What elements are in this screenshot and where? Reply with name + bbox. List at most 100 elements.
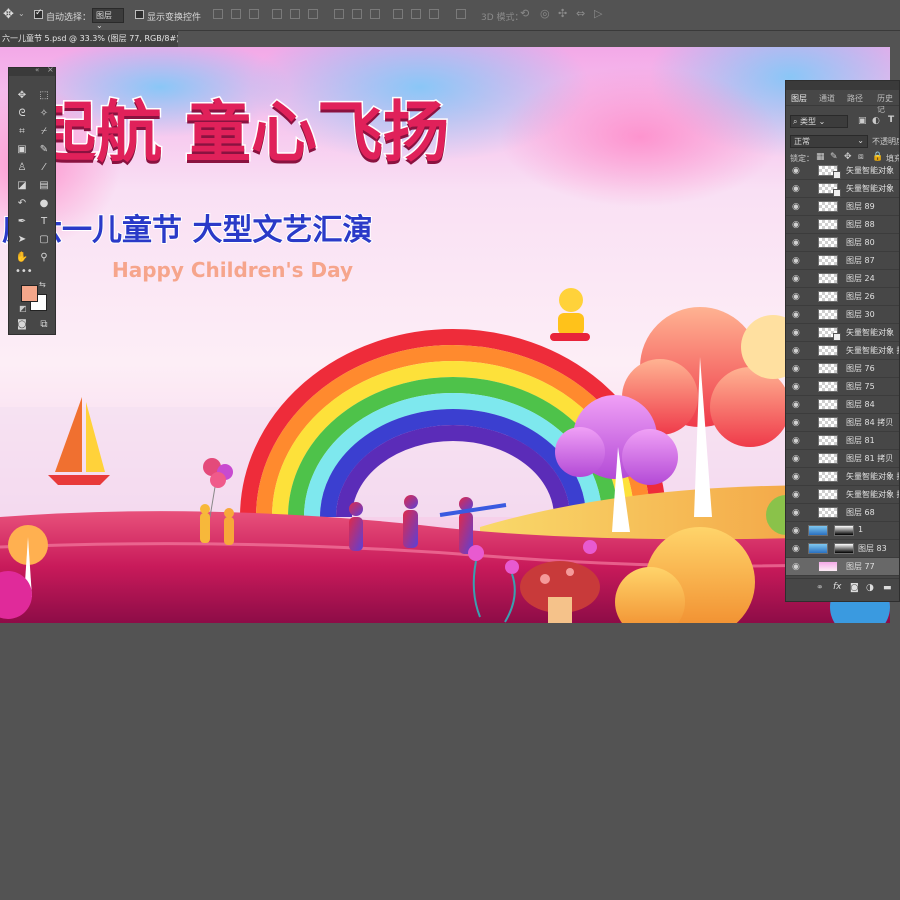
layer-filter-dropdown[interactable]: ⌕ 类型 ⌄: [790, 115, 848, 128]
distribute-top-icon[interactable]: [334, 9, 344, 19]
distribute-vcenter-icon[interactable]: [352, 9, 362, 19]
layer-row[interactable]: ◉ 图层 84 拷贝: [786, 414, 899, 432]
layer-row[interactable]: ◉ 图层 81 拷贝: [786, 450, 899, 468]
magic-wand-tool-icon[interactable]: ✧: [37, 108, 51, 120]
more-tools-icon[interactable]: •••: [15, 266, 33, 278]
3d-rotate-icon[interactable]: ⟲: [520, 7, 529, 20]
visibility-eye-icon[interactable]: ◉: [792, 472, 800, 482]
layer-row[interactable]: ◉ 图层 83: [786, 540, 899, 558]
visibility-eye-icon[interactable]: ◉: [792, 166, 800, 176]
crop-tool-icon[interactable]: ⌗: [15, 126, 29, 138]
tool-preset-chevron-icon[interactable]: ⌄: [18, 9, 25, 18]
lock-position-icon[interactable]: ✥: [844, 152, 852, 162]
frame-tool-icon[interactable]: ▣: [15, 144, 29, 156]
foreground-color-swatch-top[interactable]: [21, 285, 38, 302]
layer-row[interactable]: ◉ 矢量智能对象 拷贝: [786, 486, 899, 504]
visibility-eye-icon[interactable]: ◉: [792, 256, 800, 266]
align-bottom-icon[interactable]: [249, 9, 259, 19]
3d-slide-icon[interactable]: ⇔: [576, 7, 585, 20]
visibility-eye-icon[interactable]: ◉: [792, 454, 800, 464]
marquee-tool-icon[interactable]: ⬚: [37, 90, 51, 102]
align-right-icon[interactable]: [308, 9, 318, 19]
layer-row[interactable]: ◉ 图层 87: [786, 252, 899, 270]
show-transform-checkbox[interactable]: [135, 10, 144, 19]
filter-adjustment-icon[interactable]: ◐: [872, 116, 880, 126]
move-tool-icon[interactable]: ✥: [3, 7, 14, 22]
filter-pixel-icon[interactable]: ▣: [858, 116, 867, 126]
path-select-tool-icon[interactable]: ➤: [15, 234, 29, 246]
stamp-tool-icon[interactable]: ♙: [15, 162, 29, 174]
layer-row[interactable]: ◉ 图层 26: [786, 288, 899, 306]
visibility-eye-icon[interactable]: ◉: [792, 274, 800, 284]
visibility-eye-icon[interactable]: ◉: [792, 508, 800, 518]
3d-roll-icon[interactable]: ◎: [540, 7, 550, 20]
visibility-eye-icon[interactable]: ◉: [792, 418, 800, 428]
lasso-tool-icon[interactable]: ᘓ: [15, 108, 29, 120]
visibility-eye-icon[interactable]: ◉: [792, 364, 800, 374]
align-top-icon[interactable]: [213, 9, 223, 19]
auto-select-checkbox[interactable]: [34, 8, 43, 19]
layer-mask-thumbnail[interactable]: [834, 543, 854, 554]
pen-tool-icon[interactable]: ✒: [15, 216, 29, 228]
layer-row[interactable]: ◉ 图层 89: [786, 198, 899, 216]
default-colors-icon[interactable]: ◩: [19, 304, 27, 313]
type-tool-icon[interactable]: T: [37, 216, 51, 228]
align-left-icon[interactable]: [272, 9, 282, 19]
layer-row[interactable]: ◉ 图层 75: [786, 378, 899, 396]
visibility-eye-icon[interactable]: ◉: [792, 328, 800, 338]
layer-row[interactable]: ◉ 矢量智能对象 拷贝: [786, 468, 899, 486]
layer-row[interactable]: ◉ 图层 77: [786, 558, 899, 576]
distribute-right-icon[interactable]: [429, 9, 439, 19]
align-vcenter-icon[interactable]: [231, 9, 241, 19]
history-brush-tool-icon[interactable]: ↶: [15, 198, 29, 210]
adjustment-layer-icon[interactable]: ◑: [866, 583, 874, 593]
fx-icon[interactable]: fx: [833, 582, 842, 592]
quick-mask-icon[interactable]: ◙: [15, 319, 29, 331]
eyedropper-tool-icon[interactable]: ⌿: [37, 126, 51, 138]
visibility-eye-icon[interactable]: ◉: [792, 202, 800, 212]
document-canvas[interactable]: 起航 童心飞扬 度六一儿童节 大型文艺汇演 Happy Children's D…: [0, 47, 890, 623]
move-tool-icon[interactable]: ✥: [15, 90, 29, 102]
toolbox-header[interactable]: « ×: [9, 65, 55, 76]
visibility-eye-icon[interactable]: ◉: [792, 436, 800, 446]
auto-select-dropdown[interactable]: 图层 ⌄: [92, 8, 124, 30]
panel-tab-1[interactable]: 通道: [819, 93, 835, 104]
layer-row[interactable]: ◉ 图层 24: [786, 270, 899, 288]
dodge-tool-icon[interactable]: ●: [37, 198, 51, 210]
panel-tab-3[interactable]: 历史记: [877, 93, 899, 115]
visibility-eye-icon[interactable]: ◉: [792, 382, 800, 392]
close-panel-icon[interactable]: ×: [47, 65, 54, 74]
panel-tab-2[interactable]: 路径: [847, 93, 863, 104]
lock-artboard-icon[interactable]: ⧈: [858, 152, 864, 162]
zoom-tool-icon[interactable]: ⚲: [37, 252, 51, 264]
gradient-tool-icon[interactable]: ▤: [37, 180, 51, 192]
visibility-eye-icon[interactable]: ◉: [792, 346, 800, 356]
link-layers-icon[interactable]: ⚭: [816, 583, 824, 593]
filter-type-icon[interactable]: T: [888, 115, 894, 125]
layer-row[interactable]: ◉ 图层 80: [786, 234, 899, 252]
distribute-bottom-icon[interactable]: [370, 9, 380, 19]
lock-pixels-icon[interactable]: ✎: [830, 152, 838, 162]
3d-pan-icon[interactable]: ✣: [558, 7, 567, 20]
new-group-folder-icon[interactable]: ▬: [883, 583, 892, 593]
distribute-left-icon[interactable]: [393, 9, 403, 19]
3d-scale-icon[interactable]: ▷: [594, 7, 602, 20]
layer-row[interactable]: ◉ 图层 84: [786, 396, 899, 414]
layer-row[interactable]: ◉ 图层 68: [786, 504, 899, 522]
blend-mode-dropdown[interactable]: 正常 ⌄: [790, 135, 868, 148]
shape-tool-icon[interactable]: ▢: [37, 234, 51, 246]
swap-colors-icon[interactable]: ⇆: [39, 280, 46, 289]
visibility-eye-icon[interactable]: ◉: [792, 184, 800, 194]
visibility-eye-icon[interactable]: ◉: [792, 292, 800, 302]
add-mask-icon[interactable]: ◙: [850, 583, 859, 593]
layer-row[interactable]: ◉ 图层 30: [786, 306, 899, 324]
panel-tab-0[interactable]: 图层: [791, 93, 807, 104]
align-hcenter-icon[interactable]: [290, 9, 300, 19]
layer-row[interactable]: ◉ 矢量智能对象 拷贝: [786, 342, 899, 360]
visibility-eye-icon[interactable]: ◉: [792, 310, 800, 320]
collapse-icon[interactable]: «: [35, 66, 39, 74]
lock-all-icon[interactable]: 🔒: [872, 152, 883, 162]
visibility-eye-icon[interactable]: ◉: [792, 490, 800, 500]
distribute-hcenter-icon[interactable]: [411, 9, 421, 19]
healing-brush-tool-icon[interactable]: ✎: [37, 144, 51, 156]
